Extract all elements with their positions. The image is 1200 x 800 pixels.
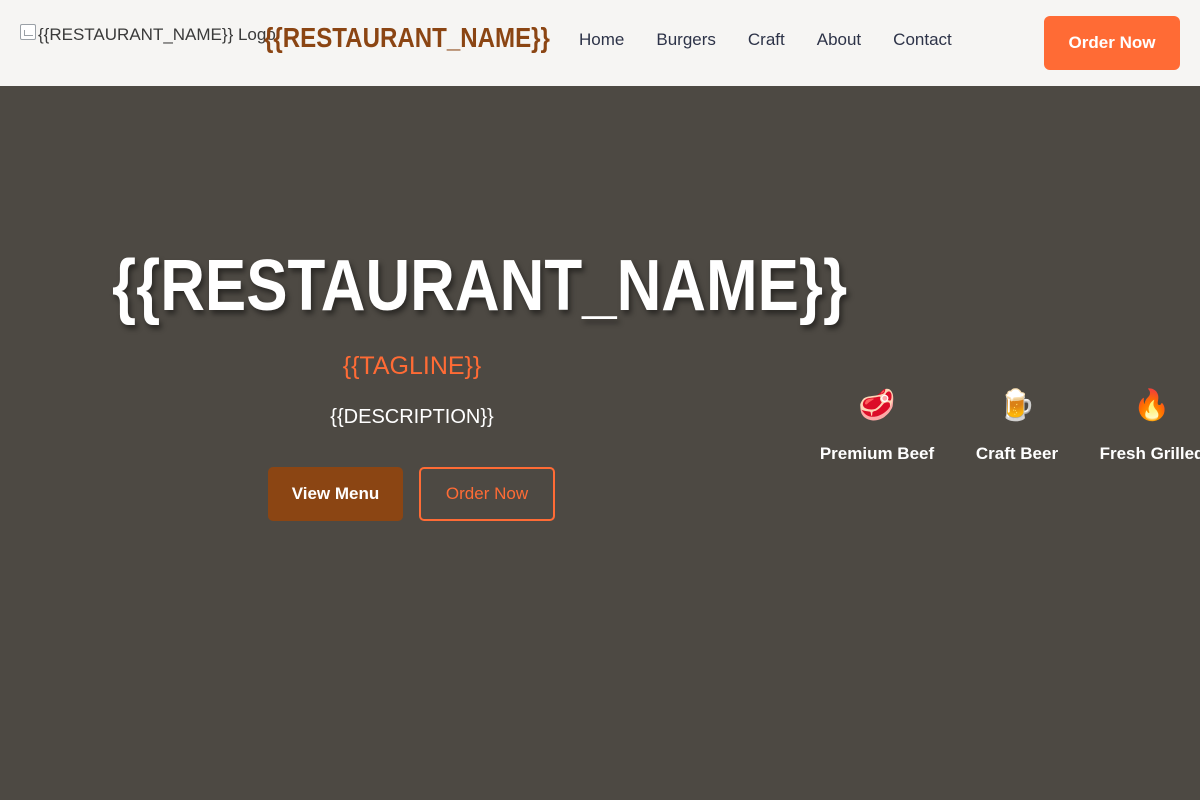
view-menu-button[interactable]: View Menu [268, 467, 403, 521]
feature-label: Fresh Grilled [1099, 444, 1200, 463]
hero-order-now-button[interactable]: Order Now [419, 467, 555, 521]
feature-label: Craft Beer [975, 444, 1059, 463]
hero-title: {{RESTAURANT_NAME}} [112, 246, 848, 326]
beer-mug-icon: 🍺 [998, 389, 1036, 422]
feature-fresh-grilled: 🔥 Fresh Grilled [1082, 386, 1200, 464]
steak-icon: 🥩 [858, 389, 896, 422]
feature-premium-beef: 🥩 Premium Beef [807, 386, 947, 464]
hero-description: {{DESCRIPTION}} [330, 406, 494, 428]
nav-link-contact[interactable]: Contact [893, 30, 952, 50]
nav-link-home[interactable]: Home [579, 30, 624, 50]
fire-icon: 🔥 [1133, 389, 1171, 422]
nav-link-about[interactable]: About [817, 30, 861, 50]
header-order-now-button[interactable]: Order Now [1044, 16, 1180, 70]
hero-section: {{RESTAURANT_NAME}} {{TAGLINE}} {{DESCRI… [0, 86, 1200, 800]
feature-craft-beer: 🍺 Craft Beer [947, 386, 1087, 464]
site-header: {{RESTAURANT_NAME}} Logo {{RESTAURANT_NA… [0, 0, 1200, 86]
broken-image-icon [20, 24, 36, 40]
logo-alt-text: {{RESTAURANT_NAME}} Logo [38, 25, 276, 44]
brand-name[interactable]: {{RESTAURANT_NAME}} [264, 22, 550, 54]
feature-label: Premium Beef [819, 444, 935, 463]
main-nav: Home Burgers Craft About Contact [579, 30, 952, 50]
logo-image[interactable]: {{RESTAURANT_NAME}} Logo [20, 22, 276, 48]
nav-link-craft[interactable]: Craft [748, 30, 785, 50]
nav-link-burgers[interactable]: Burgers [656, 30, 716, 50]
hero-tagline: {{TAGLINE}} [342, 352, 482, 380]
